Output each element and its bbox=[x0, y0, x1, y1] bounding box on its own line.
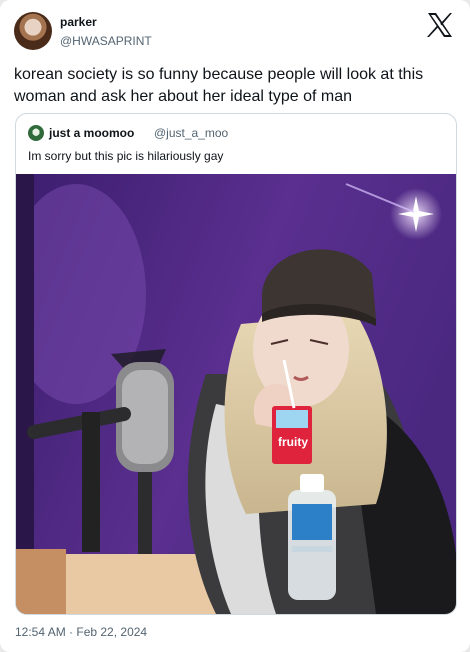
quoted-photo[interactable]: fruity bbox=[16, 174, 456, 614]
author-avatar[interactable] bbox=[14, 12, 52, 50]
author-handle[interactable]: @HWASAPRINT bbox=[60, 34, 152, 48]
quoted-tweet[interactable]: just a moomoo @just_a_moo Im sorry but t… bbox=[15, 113, 457, 615]
quoted-author-avatar[interactable] bbox=[28, 125, 44, 141]
tweet-card: parker @HWASAPRINT korean society is so … bbox=[0, 0, 470, 652]
author-name[interactable]: parker bbox=[60, 15, 97, 29]
svg-text:fruity: fruity bbox=[278, 435, 308, 449]
x-logo-icon bbox=[427, 13, 452, 37]
tweet-timestamp[interactable]: 12:54 AM · Feb 22, 2024 bbox=[15, 625, 147, 639]
quoted-author-name[interactable]: just a moomoo bbox=[49, 126, 134, 140]
quoted-author-handle[interactable]: @just_a_moo bbox=[154, 126, 228, 140]
quoted-tweet-text: Im sorry but this pic is hilariously gay bbox=[28, 149, 224, 163]
tweet-text: korean society is so funny because peopl… bbox=[14, 66, 424, 105]
